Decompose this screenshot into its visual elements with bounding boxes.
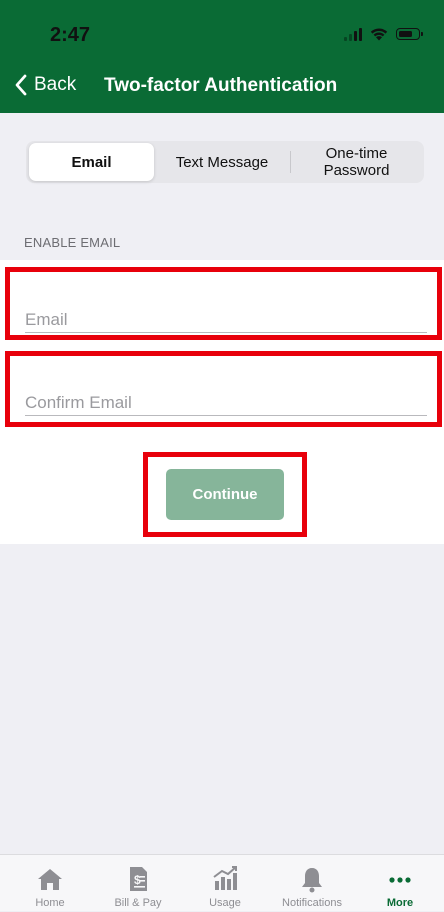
tab-more[interactable]: More bbox=[356, 855, 444, 912]
home-icon bbox=[38, 869, 62, 890]
status-icons bbox=[344, 27, 423, 41]
tab-usage-label: Usage bbox=[209, 897, 241, 909]
tab-home-label: Home bbox=[35, 897, 65, 909]
tab-notifications[interactable]: Notifications bbox=[268, 855, 356, 912]
segment-text-message[interactable]: Text Message bbox=[154, 143, 290, 181]
email-field-container bbox=[5, 267, 442, 340]
tab-usage[interactable]: Usage bbox=[181, 855, 269, 912]
tab-more-label: More bbox=[386, 897, 414, 909]
continue-button[interactable]: Continue bbox=[166, 469, 284, 520]
email-input[interactable] bbox=[25, 310, 427, 333]
svg-text:$: $ bbox=[134, 873, 141, 887]
cellular-signal-icon bbox=[344, 27, 362, 41]
wifi-icon bbox=[370, 28, 388, 41]
chevron-left-icon bbox=[15, 74, 27, 96]
tab-bill-pay-label: Bill & Pay bbox=[114, 897, 162, 909]
confirm-email-field-container bbox=[5, 351, 442, 427]
usage-chart-icon bbox=[213, 866, 237, 890]
segment-email[interactable]: Email bbox=[29, 143, 154, 181]
tab-bill-pay[interactable]: $ Bill & Pay bbox=[94, 855, 182, 912]
back-label: Back bbox=[34, 74, 77, 95]
bell-icon bbox=[302, 868, 322, 893]
tab-bar: Home $ Bill & Pay Usage Notifications Mo… bbox=[0, 854, 444, 911]
method-segmented-control: Email Text Message One-time Password bbox=[26, 141, 424, 183]
section-label: ENABLE EMAIL bbox=[24, 235, 121, 250]
segment-one-time-password[interactable]: One-time Password bbox=[291, 143, 422, 181]
tab-home[interactable]: Home bbox=[6, 855, 94, 912]
status-time: 2:47 bbox=[50, 24, 91, 46]
confirm-email-input[interactable] bbox=[25, 393, 427, 416]
back-button[interactable]: Back bbox=[14, 74, 76, 96]
tab-notifications-label: Notifications bbox=[282, 897, 342, 909]
page-title: Two-factor Authentication bbox=[104, 75, 338, 96]
continue-button-container: Continue bbox=[143, 452, 307, 537]
battery-icon bbox=[396, 28, 423, 40]
bill-icon: $ bbox=[130, 867, 147, 891]
app-header: 2:47 Back Two-factor Authentication bbox=[0, 0, 444, 113]
more-dots-icon bbox=[389, 877, 411, 883]
